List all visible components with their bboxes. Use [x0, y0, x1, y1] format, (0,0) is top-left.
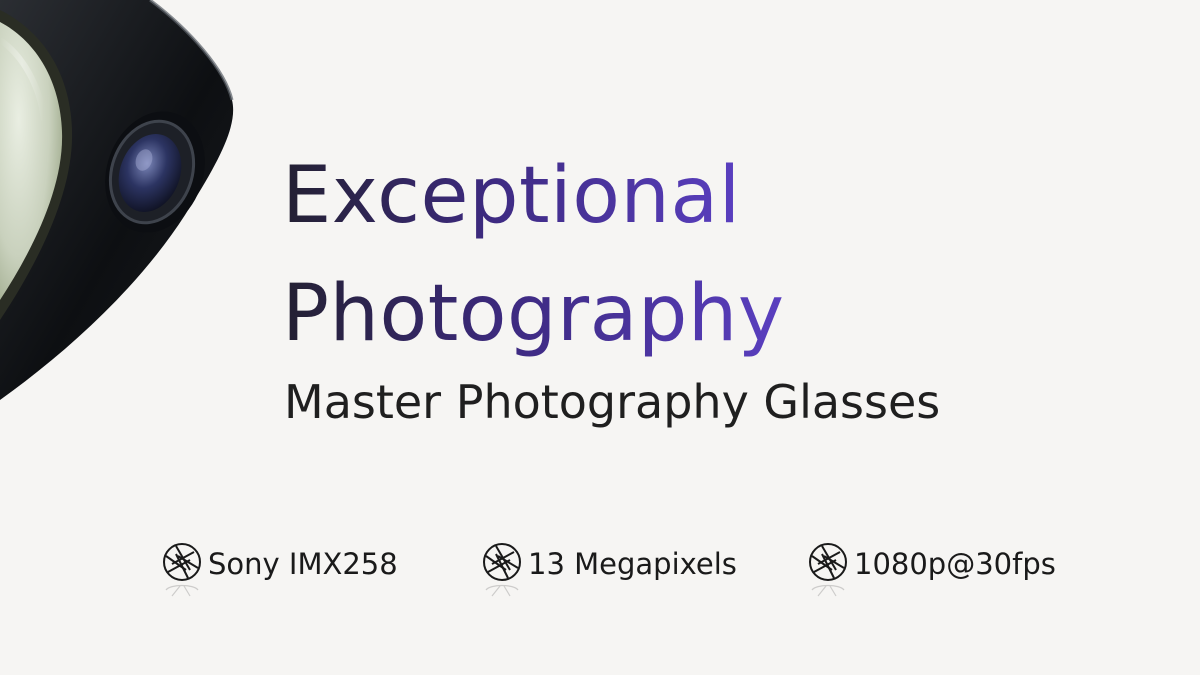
camera-glasses-image	[0, 0, 234, 400]
spec-resolution: 13 Megapixels	[480, 538, 737, 602]
headline-line-1: Exceptional	[282, 148, 741, 244]
headline-line-2: Photography	[282, 266, 784, 362]
aperture-icon	[160, 538, 204, 602]
aperture-icon	[480, 538, 524, 602]
promo-banner: Exceptional Photography Master Photograp…	[0, 0, 1200, 675]
aperture-icon	[806, 538, 850, 602]
spec-label: 13 Megapixels	[528, 547, 737, 581]
spec-sensor: Sony IMX258	[160, 538, 398, 602]
spec-video: 1080p@30fps	[806, 538, 1056, 602]
spec-label: Sony IMX258	[208, 547, 398, 581]
product-subtitle: Master Photography Glasses	[284, 375, 941, 429]
spec-label: 1080p@30fps	[854, 547, 1056, 581]
